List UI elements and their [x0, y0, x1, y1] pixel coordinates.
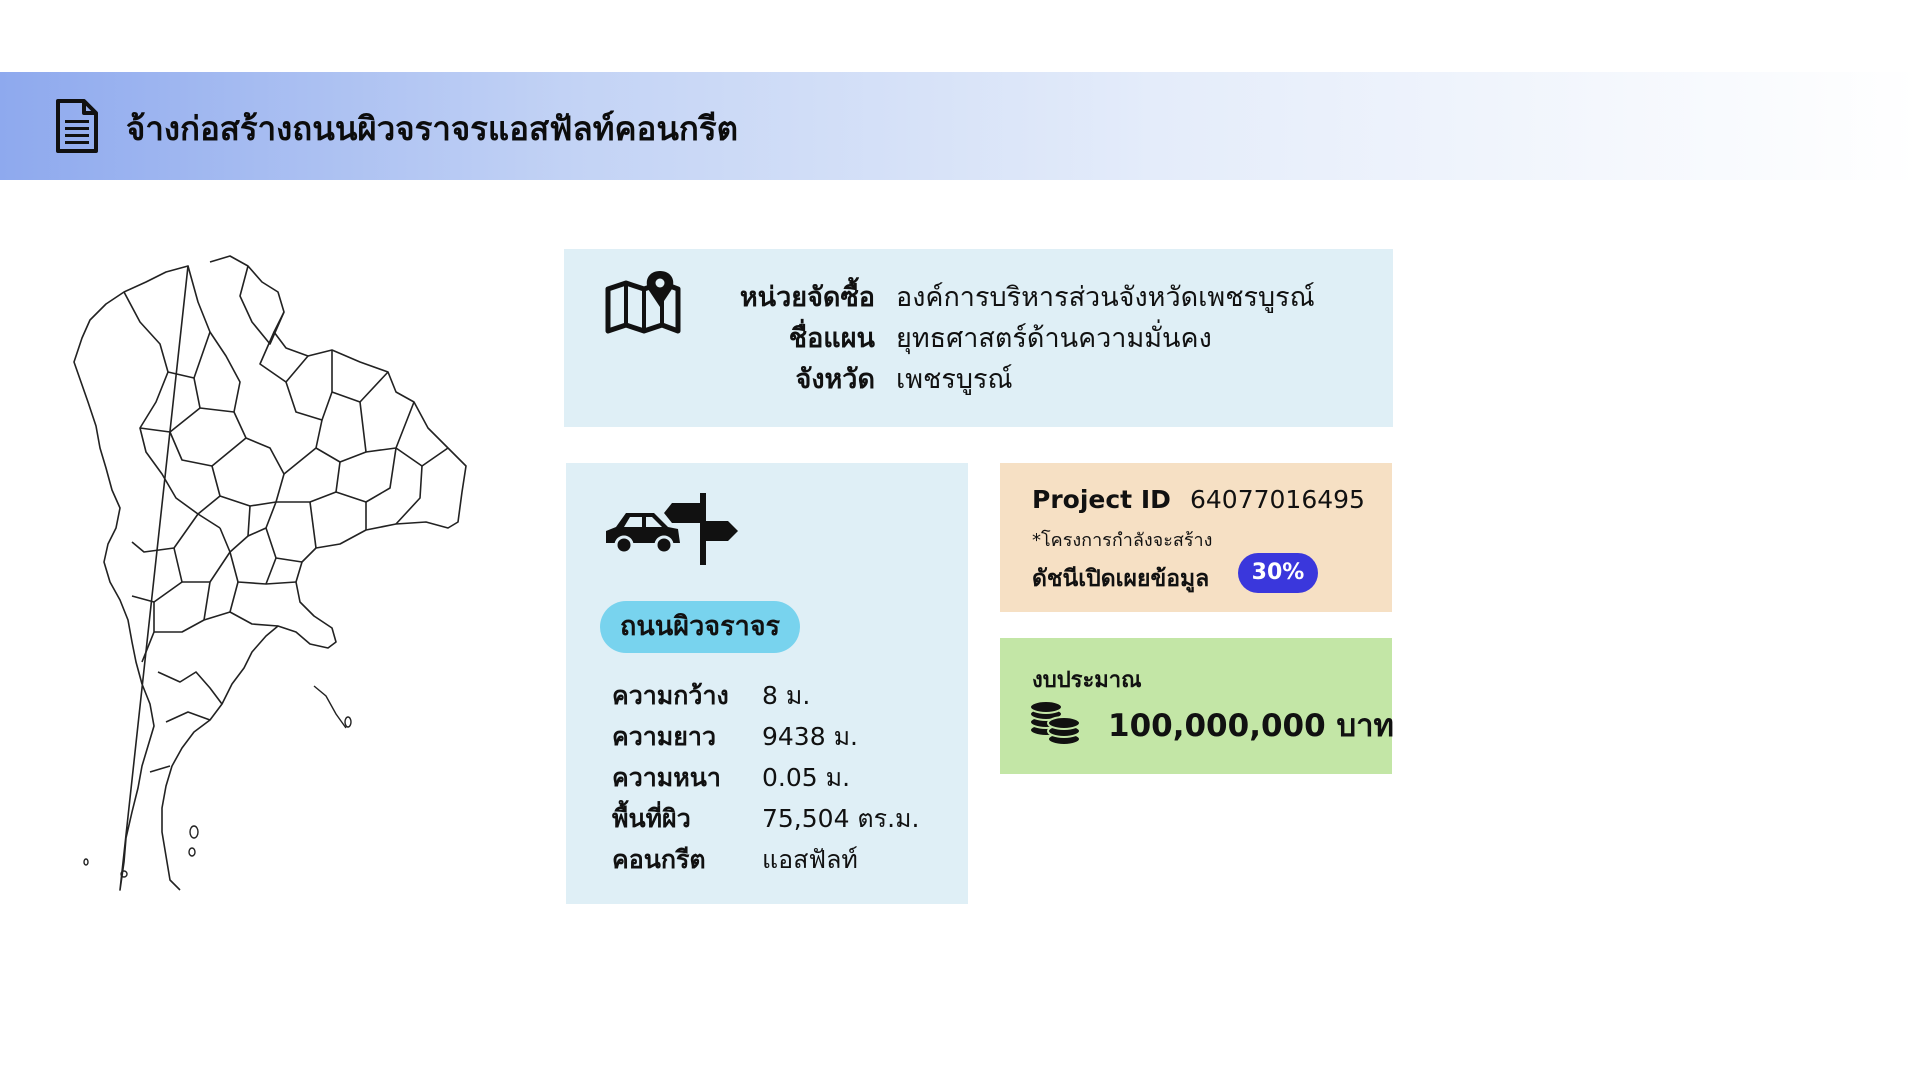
spec-row-length: ความยาว 9438 ม.: [612, 716, 962, 757]
spec-value: 0.05 ม.: [762, 762, 851, 792]
car-signpost-icon: [606, 493, 738, 565]
disclosure-index-label: ดัชนีเปิดเผยข้อมูล: [1032, 566, 1210, 592]
budget-value: 100,000,000 บาท: [1108, 708, 1394, 744]
project-id-value: 64077016495: [1190, 485, 1365, 514]
spec-row-width: ความกว้าง 8 ม.: [612, 675, 962, 716]
province-label: จังหวัด: [795, 364, 876, 395]
province-value: เพชรบูรณ์: [896, 364, 1013, 395]
procuring-unit-value: องค์การบริหารส่วนจังหวัดเพชรบูรณ์: [896, 282, 1315, 313]
title-bar: จ้างก่อสร้างถนนผิวจราจรแอสฟัลท์คอนกรีต: [0, 72, 1920, 180]
spec-label: คอนกรีต: [612, 844, 706, 874]
spec-row-area: พื้นที่ผิว 75,504 ตร.ม.: [612, 798, 962, 839]
spec-label: พื้นที่ผิว: [612, 803, 691, 833]
spec-label: ความกว้าง: [612, 680, 729, 710]
spec-value: แอสฟัลท์: [762, 844, 858, 874]
spec-label: ความหนา: [612, 762, 721, 792]
budget-label: งบประมาณ: [1032, 668, 1142, 693]
project-id-label: Project ID: [1032, 485, 1171, 514]
disclosure-index-badge: 30%: [1238, 553, 1318, 593]
coins-icon: [1029, 700, 1081, 746]
spec-label: ความยาว: [612, 721, 717, 751]
agency-panel: หน่วยจัดซื้อ ชื่อแผน จังหวัด องค์การบริห…: [564, 249, 1393, 427]
thailand-map: [73, 255, 467, 891]
road-type-badge: ถนนผิวจราจร: [600, 601, 801, 653]
project-panel: Project ID 64077016495 *โครงการกำลังจะสร…: [1000, 463, 1392, 612]
agency-values: องค์การบริหารส่วนจังหวัดเพชรบูรณ์ ยุทธศา…: [896, 277, 1315, 400]
budget-panel: งบประมาณ 100,000,000 บาท: [1000, 638, 1394, 774]
document-icon: [56, 99, 98, 153]
plan-name-label: ชื่อแผน: [788, 323, 875, 354]
road-specs: ความกว้าง 8 ม. ความยาว 9438 ม. ความหนา 0…: [612, 675, 962, 880]
road-panel: ถนนผิวจราจร ความกว้าง 8 ม. ความยาว 9438 …: [566, 463, 968, 904]
page-title: จ้างก่อสร้างถนนผิวจราจรแอสฟัลท์คอนกรีต: [126, 109, 739, 148]
spec-row-thickness: ความหนา 0.05 ม.: [612, 757, 962, 798]
spec-value: 8 ม.: [762, 680, 811, 710]
project-status-note: *โครงการกำลังจะสร้าง: [1032, 530, 1213, 551]
plan-name-value: ยุทธศาสตร์ด้านความมั่นคง: [896, 323, 1212, 354]
map-pin-icon: [605, 271, 681, 334]
agency-labels: หน่วยจัดซื้อ ชื่อแผน จังหวัด: [740, 277, 875, 400]
spec-row-concrete: คอนกรีต แอสฟัลท์: [612, 839, 962, 880]
spec-value: 9438 ม.: [762, 721, 858, 751]
spec-value: 75,504 ตร.ม.: [762, 803, 920, 833]
procuring-unit-label: หน่วยจัดซื้อ: [739, 282, 875, 313]
